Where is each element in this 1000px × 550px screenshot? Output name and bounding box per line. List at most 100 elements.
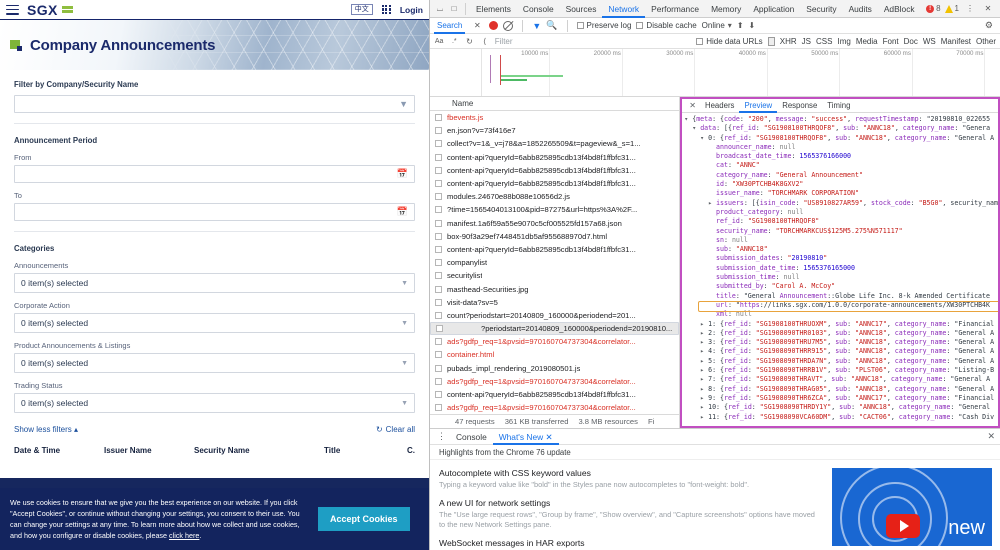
refresh-icon[interactable]: ↻	[464, 35, 474, 48]
request-row[interactable]: ads?gdfp_req=1&pvsid=970160704737304&cor…	[430, 375, 679, 388]
export-har-icon[interactable]: ⬇	[749, 21, 756, 30]
type-filter-manifest[interactable]: Manifest	[941, 37, 971, 46]
filter-icon[interactable]: ▼	[532, 21, 541, 31]
close-icon[interactable]: ✕	[981, 2, 995, 15]
search-icon[interactable]: 🔍	[546, 20, 557, 31]
tab-application[interactable]: Application	[747, 0, 800, 18]
login-link[interactable]: Login	[400, 5, 423, 15]
type-filter-doc[interactable]: Doc	[904, 37, 918, 46]
request-row[interactable]: content-api?queryId=6abb825895cdb13f4bd8…	[430, 151, 679, 164]
drawer-tab-console[interactable]: Console	[450, 429, 493, 445]
drawer-tab-whats-new[interactable]: What's New ✕	[493, 429, 559, 445]
preserve-log-checkbox[interactable]: Preserve log	[576, 21, 631, 30]
play-icon[interactable]	[886, 514, 920, 538]
request-row[interactable]: content-api?queryId=6abb825895cdb13f4bd8…	[430, 243, 679, 256]
import-har-icon[interactable]: ⬆	[737, 21, 744, 30]
request-row[interactable]: ads?gdfp_req=1&pvsid=970160704737304&cor…	[430, 335, 679, 348]
tab-elements[interactable]: Elements	[470, 0, 517, 18]
request-row[interactable]: content-api?queryId=6abb825895cdb13f4bd8…	[430, 388, 679, 401]
request-row[interactable]: content-api?queryId=6abb825895cdb13f4bd8…	[430, 164, 679, 177]
request-row[interactable]: box-90f3a29ef7448451db5af955688970d7.htm…	[430, 230, 679, 243]
language-toggle[interactable]: 中文	[350, 4, 373, 15]
tab-memory[interactable]: Memory	[705, 0, 747, 18]
type-filter-other[interactable]: Other	[976, 37, 996, 46]
tab-adblock[interactable]: AdBlock	[878, 0, 921, 18]
request-row[interactable]: count?periodstart=20140809_160000&period…	[430, 309, 679, 322]
sgx-logo[interactable]: SGX	[27, 2, 73, 18]
tab-security[interactable]: Security	[800, 0, 842, 18]
tab-sources[interactable]: Sources	[560, 0, 603, 18]
close-detail-icon[interactable]: ✕	[685, 101, 700, 110]
search-button[interactable]: Search	[434, 18, 465, 34]
request-row[interactable]: manifest.1a6f59a55e9070c5cf005525fd157a6…	[430, 217, 679, 230]
request-row[interactable]: pubads_impl_rendering_2019080501.js	[430, 362, 679, 375]
request-row[interactable]: modules.24670e88b088e10656d2.js	[430, 190, 679, 203]
request-row[interactable]: fbevents.js	[430, 111, 679, 124]
clear-button[interactable]	[503, 20, 514, 31]
calendar-icon[interactable]: 📅	[397, 207, 408, 218]
record-button[interactable]	[489, 21, 499, 30]
network-overview-timeline[interactable]: 10000 ms 20000 ms 30000 ms 40000 ms 5000…	[430, 49, 1000, 97]
whats-new-video-thumbnail[interactable]: new	[832, 468, 992, 546]
filter-input[interactable]: Filter	[495, 37, 691, 46]
type-filter-css[interactable]: CSS	[816, 37, 832, 46]
clear-all-button[interactable]: ↻ Clear all	[376, 425, 415, 434]
detail-tab-response[interactable]: Response	[777, 99, 822, 113]
disable-cache-checkbox[interactable]: Disable cache	[636, 21, 697, 30]
announcements-dropdown[interactable]: 0 item(s) selected ▼	[14, 273, 415, 293]
request-row[interactable]: companylist	[430, 256, 679, 269]
throttling-dropdown[interactable]: Online ▾	[702, 21, 732, 30]
detail-tab-preview[interactable]: Preview	[739, 99, 777, 113]
request-row[interactable]: visit-data?sv=5	[430, 296, 679, 309]
type-filter-media[interactable]: Media	[856, 37, 878, 46]
trading-status-dropdown[interactable]: 0 item(s) selected ▼	[14, 393, 415, 413]
type-filter-js[interactable]: JS	[802, 37, 811, 46]
detail-tab-headers[interactable]: Headers	[700, 99, 739, 113]
request-row[interactable]: en.json?v=73f416e7	[430, 124, 679, 137]
close-search-icon[interactable]: ✕	[470, 19, 484, 32]
drawer-close-icon[interactable]: ✕	[987, 431, 1000, 442]
request-row[interactable]: collect?v=1&_v=j78&a=1852265509&t=pagevi…	[430, 137, 679, 150]
drawer-more-icon[interactable]: ⋮	[433, 432, 450, 441]
warning-count-badge[interactable]: 1	[944, 4, 959, 13]
accept-cookies-button[interactable]: Accept Cookies	[318, 507, 410, 531]
column-c[interactable]: C.	[405, 446, 415, 455]
request-row[interactable]: content-api?queryId=6abb825895cdb13f4bd8…	[430, 177, 679, 190]
product-announcements-dropdown[interactable]: 0 item(s) selected ▼	[14, 353, 415, 373]
inspect-element-icon[interactable]: ⌴	[433, 2, 447, 15]
tab-audits[interactable]: Audits	[843, 0, 878, 18]
match-case-icon[interactable]: Aa	[434, 35, 444, 48]
corporate-action-dropdown[interactable]: 0 item(s) selected ▼	[14, 313, 415, 333]
type-filter-ws[interactable]: WS	[923, 37, 936, 46]
regex-icon[interactable]: .*	[449, 35, 459, 48]
more-options-icon[interactable]: ⋮	[963, 2, 977, 15]
calendar-icon[interactable]: 📅	[397, 169, 408, 180]
tab-console[interactable]: Console	[517, 0, 560, 18]
all-types-button[interactable]	[767, 36, 775, 46]
to-date-input[interactable]: 📅	[14, 203, 415, 221]
request-row[interactable]: ?periodstart=20140809_160000&periodend=2…	[430, 322, 680, 336]
menu-icon[interactable]	[6, 4, 19, 15]
hide-data-urls-checkbox[interactable]: Hide data URLs	[696, 37, 763, 46]
column-security-name[interactable]: Security Name	[194, 446, 324, 455]
requests-column-header[interactable]: Name	[430, 97, 680, 111]
type-filter-img[interactable]: Img	[837, 37, 850, 46]
detail-tab-timing[interactable]: Timing	[822, 99, 855, 113]
column-issuer-name[interactable]: Issuer Name	[104, 446, 194, 455]
collapse-icon[interactable]: ⟨	[480, 35, 490, 48]
show-less-filters-link[interactable]: Show less filters ▴	[14, 425, 78, 434]
company-filter-input[interactable]: ▼	[14, 95, 415, 113]
error-count-badge[interactable]: ! 8	[926, 4, 941, 13]
column-title[interactable]: Title	[324, 446, 405, 455]
column-date-time[interactable]: Date & Time	[14, 446, 104, 455]
request-row[interactable]: masthead-Securities.jpg	[430, 282, 679, 295]
cookie-click-here-link[interactable]: click here	[169, 531, 199, 540]
network-settings-icon[interactable]: ⚙	[985, 20, 996, 31]
request-row[interactable]: ads?gdfp_req=1&pvsid=970160704737304&cor…	[430, 401, 679, 414]
json-preview[interactable]: ▾ {meta: {code: "200", message: "success…	[682, 113, 998, 426]
close-icon[interactable]: ✕	[545, 432, 552, 442]
requests-list[interactable]: fbevents.js en.json?v=73f416e7 collect?v=1…	[430, 111, 680, 414]
apps-grid-icon[interactable]	[381, 4, 391, 15]
request-row[interactable]: securitylist	[430, 269, 679, 282]
type-filter-xhr[interactable]: XHR	[780, 37, 797, 46]
